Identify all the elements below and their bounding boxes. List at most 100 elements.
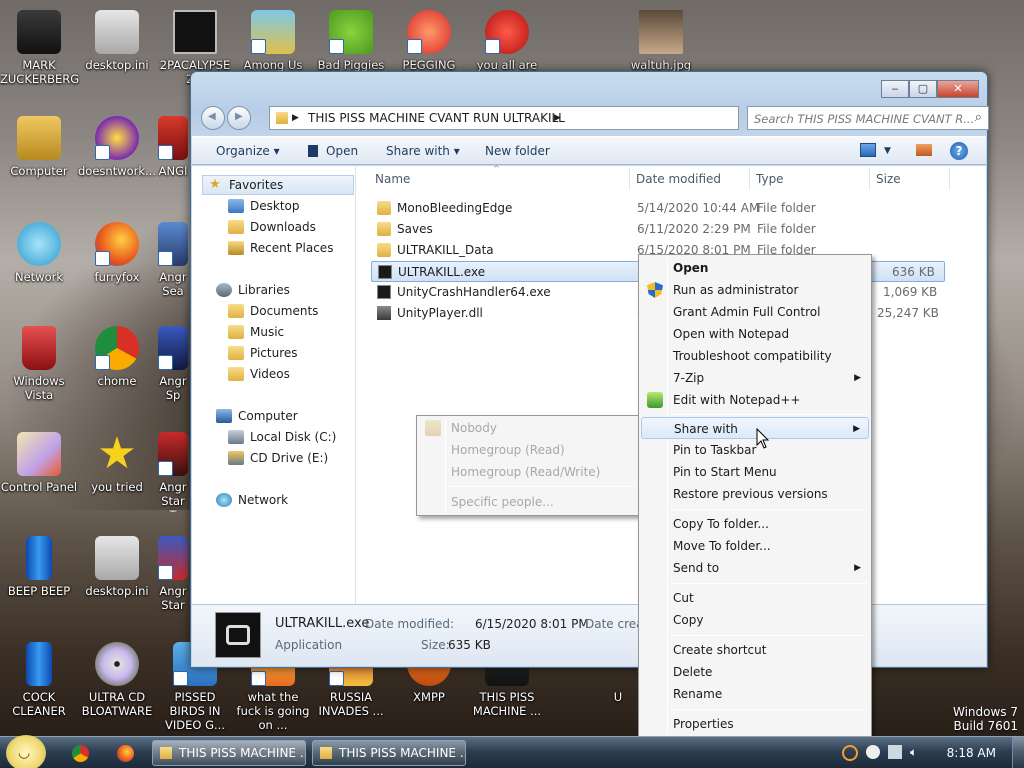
nav-desktop[interactable]: Desktop	[228, 199, 300, 213]
menu-share-with[interactable]: Share with ▶	[641, 417, 869, 439]
nav-libraries[interactable]: Libraries	[216, 283, 290, 297]
show-desktop-button[interactable]	[1012, 737, 1024, 768]
menu-troubleshoot-compatibility[interactable]: Troubleshoot compatibility	[641, 345, 869, 367]
desktop-icon-cock-cleaner[interactable]: COCK CLEANER	[0, 638, 78, 722]
address-bar[interactable]: ▶ THIS PISS MACHINE CVANT RUN ULTRAKILL …	[269, 106, 796, 130]
taskbar-firefox-icon[interactable]	[117, 745, 134, 762]
desktop-icon-angi[interactable]: ANGI	[156, 112, 190, 196]
menu-7zip[interactable]: 7-Zip ▶	[641, 367, 869, 389]
new-folder-button[interactable]: New folder	[485, 144, 550, 158]
menu-open[interactable]: Open	[641, 257, 869, 279]
maximize-button[interactable]: ▢	[909, 80, 937, 98]
taskbar-clock[interactable]: 8:18 AM	[947, 746, 996, 760]
nav-music-label: Music	[250, 325, 285, 339]
menu-edit-with-notepadpp[interactable]: Edit with Notepad++	[641, 389, 869, 411]
breadcrumb-current-folder[interactable]: THIS PISS MACHINE CVANT RUN ULTRAKILL	[308, 111, 565, 125]
column-header-type[interactable]: Type	[756, 172, 784, 186]
minimize-button[interactable]: ‒	[881, 80, 909, 98]
close-button[interactable]: ✕	[937, 80, 979, 98]
search-box[interactable]: Search THIS PISS MACHINE CVANT R... ⌕	[747, 106, 989, 130]
uac-shield-icon	[647, 282, 663, 298]
desktop-icon-you-tried[interactable]: ★ you tried	[78, 428, 156, 512]
file-row[interactable]: Saves 6/11/2020 2:29 PM File folder	[371, 219, 945, 240]
menu-rename[interactable]: Rename	[641, 683, 869, 705]
menu-run-as-administrator[interactable]: Run as administrator	[641, 279, 869, 301]
desktop-icon-angr-sea[interactable]: Angr Sea	[156, 218, 190, 302]
desktop-icon-angr-sp[interactable]: Angr Sp	[156, 322, 190, 406]
menu-delete[interactable]: Delete	[641, 661, 869, 683]
volume-icon[interactable]: 🔈︎	[910, 745, 917, 761]
column-separator[interactable]	[749, 168, 750, 190]
desktop-icon-computer[interactable]: Computer	[0, 112, 78, 196]
view-options-icon[interactable]	[860, 143, 876, 157]
desktop-icon-mark-zuckerberg[interactable]: MARK ZUCKERBERG	[0, 6, 79, 90]
desktop-icon-angr-star-t[interactable]: Angr Star T	[156, 428, 190, 512]
share-nobody-item[interactable]: Nobody	[419, 417, 637, 439]
share-homegroup-read-item[interactable]: Homegroup (Read)	[419, 439, 637, 461]
desktop-icon-desktop-ini-2[interactable]: desktop.ini	[78, 532, 156, 616]
menu-open-with-notepad[interactable]: Open with Notepad	[641, 323, 869, 345]
menu-grant-admin-full-control[interactable]: Grant Admin Full Control	[641, 301, 869, 323]
network-tray-icon[interactable]	[888, 745, 902, 759]
search-tray-icon[interactable]	[842, 745, 858, 761]
nav-videos[interactable]: Videos	[228, 367, 290, 381]
nav-pictures[interactable]: Pictures	[228, 346, 298, 360]
start-button[interactable]: ◡	[6, 735, 46, 768]
taskbar-chrome-icon[interactable]	[72, 745, 89, 762]
desktop-icon-ultra-cd[interactable]: ULTRA CD BLOATWARE	[78, 638, 156, 722]
nav-network[interactable]: Network	[216, 493, 288, 507]
forward-button[interactable]: ▶	[227, 106, 251, 130]
desktop-icon-label: Control Panel	[0, 480, 78, 494]
taskbar-button-explorer-2[interactable]: THIS PISS MACHINE ...	[312, 740, 466, 766]
help-icon[interactable]: ?	[950, 142, 968, 160]
column-header-name[interactable]: Name	[375, 172, 410, 186]
menu-copy[interactable]: Copy	[641, 609, 869, 631]
nav-favorites[interactable]: ★ Favorites	[202, 175, 354, 195]
menu-copy-to-folder[interactable]: Copy To folder...	[641, 513, 869, 535]
share-specific-people-item[interactable]: Specific people...	[419, 491, 637, 513]
column-separator[interactable]	[949, 168, 950, 190]
back-button[interactable]: ◀	[201, 106, 225, 130]
nav-recent-places[interactable]: Recent Places	[228, 241, 333, 255]
column-separator[interactable]	[629, 168, 630, 190]
desktop-icon-control-panel[interactable]: Control Panel	[0, 428, 78, 512]
desktop-icon-doesntwork[interactable]: doesntwork...	[78, 112, 156, 196]
search-icon[interactable]: ⌕	[975, 110, 982, 125]
tray-icon[interactable]	[866, 745, 880, 759]
menu-pin-to-taskbar[interactable]: Pin to Taskbar	[641, 439, 869, 461]
desktop-icon-chome[interactable]: chome	[78, 322, 156, 406]
menu-move-to-folder[interactable]: Move To folder...	[641, 535, 869, 557]
desktop-icon-desktop-ini[interactable]: desktop.ini	[78, 6, 156, 90]
menu-properties[interactable]: Properties	[641, 713, 869, 735]
open-button[interactable]: Open	[308, 144, 358, 158]
column-header-date[interactable]: Date modified	[636, 172, 721, 186]
menu-create-shortcut[interactable]: Create shortcut	[641, 639, 869, 661]
desktop-icon-windows-vista[interactable]: Windows Vista	[0, 322, 78, 406]
menu-pin-to-start-menu[interactable]: Pin to Start Menu	[641, 461, 869, 483]
menu-cut[interactable]: Cut	[641, 587, 869, 609]
nav-music[interactable]: Music	[228, 325, 284, 339]
taskbar-button-explorer-1[interactable]: THIS PISS MACHINE ...	[152, 740, 306, 766]
desktop-icon-beep-beep[interactable]: BEEP BEEP	[0, 532, 78, 616]
nav-pictures-label: Pictures	[250, 346, 298, 360]
exe-app-icon	[215, 612, 261, 658]
preview-pane-icon[interactable]	[916, 144, 932, 156]
file-row[interactable]: MonoBleedingEdge 5/14/2020 10:44 AM File…	[371, 198, 945, 219]
column-separator[interactable]	[869, 168, 870, 190]
nav-downloads[interactable]: Downloads	[228, 220, 316, 234]
menu-restore-previous-versions[interactable]: Restore previous versions	[641, 483, 869, 505]
view-dropdown-icon[interactable]: ▼	[884, 146, 891, 156]
share-homegroup-readwrite-item[interactable]: Homegroup (Read/Write)	[419, 461, 637, 483]
desktop-icon-angr-star[interactable]: Angr Star	[156, 532, 190, 616]
column-header-size[interactable]: Size	[876, 172, 901, 186]
share-with-button[interactable]: Share with ▾	[386, 144, 460, 158]
nav-local-disk[interactable]: Local Disk (C:)	[228, 430, 336, 444]
desktop-icon-furryfox[interactable]: furryfox	[78, 218, 156, 302]
desktop-icon-network[interactable]: Network	[0, 218, 78, 302]
nav-computer[interactable]: Computer	[216, 409, 298, 423]
nav-cd-drive[interactable]: CD Drive (E:)	[228, 451, 328, 465]
organize-button[interactable]: Organize ▾	[216, 144, 280, 158]
nav-documents[interactable]: Documents	[228, 304, 318, 318]
desktop-icon-label: BEEP BEEP	[7, 584, 71, 598]
menu-send-to[interactable]: Send to ▶	[641, 557, 869, 579]
